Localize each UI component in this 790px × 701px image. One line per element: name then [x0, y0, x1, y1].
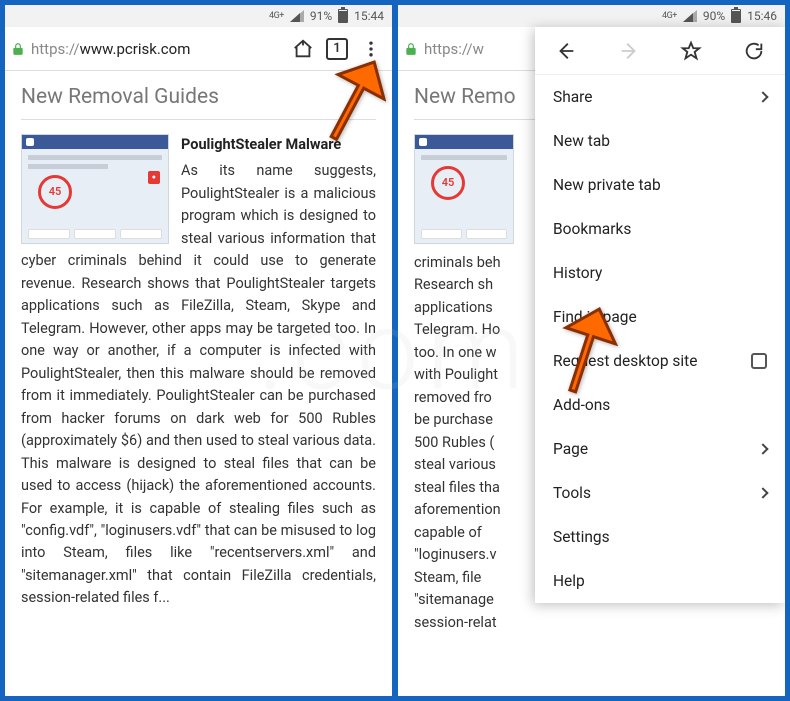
browser-menu: Share New tab New private tab Bookmarks … [535, 27, 785, 603]
menu-label: Find in page [553, 308, 637, 326]
article: 45 ● PoulightStealer Malware As its name… [21, 134, 376, 610]
network-indicator: 4G+ [662, 11, 677, 21]
screenshot-left: 4G+ 91% 15:44 https://www.pcrisk.com 1 N… [5, 5, 392, 696]
chevron-right-icon [757, 91, 768, 102]
tab-count: 1 [333, 41, 340, 56]
menu-new-tab[interactable]: New tab [535, 119, 785, 163]
menu-page[interactable]: Page [535, 427, 785, 471]
menu-nav-row [535, 27, 785, 75]
menu-label: Tools [553, 484, 591, 502]
menu-label: Share [553, 88, 593, 106]
article-thumbnail[interactable]: 45 ● [21, 134, 169, 244]
url-host: www.pcrisk.com [80, 40, 191, 58]
status-bar: 4G+ 91% 15:44 [5, 5, 392, 27]
menu-addons[interactable]: Add-ons [535, 383, 785, 427]
menu-label: New tab [553, 132, 610, 150]
page-content: New Removal Guides 45 ● PoulightStealer … [5, 71, 392, 696]
article-body: criminals behResearch shapplicationsTele… [414, 254, 501, 631]
menu-label: New private tab [553, 176, 661, 194]
menu-label: Bookmarks [553, 220, 631, 238]
clock: 15:44 [354, 9, 384, 23]
url-truncated: https://w [424, 40, 484, 58]
menu-label: Add-ons [553, 396, 610, 414]
thumb-score: 45 [431, 166, 465, 200]
menu-new-private-tab[interactable]: New private tab [535, 163, 785, 207]
forward-button [598, 40, 661, 62]
menu-find-in-page[interactable]: Find in page [535, 295, 785, 339]
clock: 15:46 [747, 9, 777, 23]
menu-label: Request desktop site [553, 352, 697, 370]
menu-label: Page [553, 440, 588, 458]
url-scheme: https:// [31, 40, 80, 58]
menu-button[interactable] [356, 34, 386, 64]
network-indicator: 4G+ [269, 11, 284, 21]
menu-label: Settings [553, 528, 610, 546]
menu-label: History [553, 264, 602, 282]
battery-icon [731, 9, 741, 23]
browser-toolbar: https://www.pcrisk.com 1 [5, 27, 392, 71]
status-bar: 4G+ 90% 15:46 [398, 5, 785, 27]
menu-label: Help [553, 572, 585, 590]
menu-history[interactable]: History [535, 251, 785, 295]
reload-button[interactable] [723, 40, 786, 62]
article-thumbnail[interactable]: 45 [414, 134, 514, 244]
screenshot-right: 4G+ 90% 15:46 https://w New Remo 45 [398, 5, 785, 696]
chevron-right-icon [757, 487, 768, 498]
menu-tools[interactable]: Tools [535, 471, 785, 515]
signal-icon [683, 10, 697, 22]
home-button[interactable] [288, 34, 318, 64]
thumb-tag: ● [148, 171, 160, 184]
address-bar[interactable]: https://www.pcrisk.com [11, 40, 280, 58]
battery-percent: 91% [310, 9, 332, 23]
menu-help[interactable]: Help [535, 559, 785, 603]
checkbox-icon[interactable] [751, 353, 767, 369]
lock-icon [404, 42, 418, 56]
battery-icon [338, 9, 348, 23]
section-heading: New Removal Guides [21, 85, 376, 120]
bookmark-star-button[interactable] [660, 40, 723, 62]
menu-share[interactable]: Share [535, 75, 785, 119]
menu-bookmarks[interactable]: Bookmarks [535, 207, 785, 251]
tabs-button[interactable]: 1 [326, 38, 348, 60]
signal-icon [290, 10, 304, 22]
menu-request-desktop[interactable]: Request desktop site [535, 339, 785, 383]
battery-percent: 90% [703, 9, 725, 23]
chevron-right-icon [757, 443, 768, 454]
lock-icon [11, 42, 25, 56]
thumb-score: 45 [38, 175, 72, 209]
back-button[interactable] [535, 40, 598, 62]
menu-settings[interactable]: Settings [535, 515, 785, 559]
